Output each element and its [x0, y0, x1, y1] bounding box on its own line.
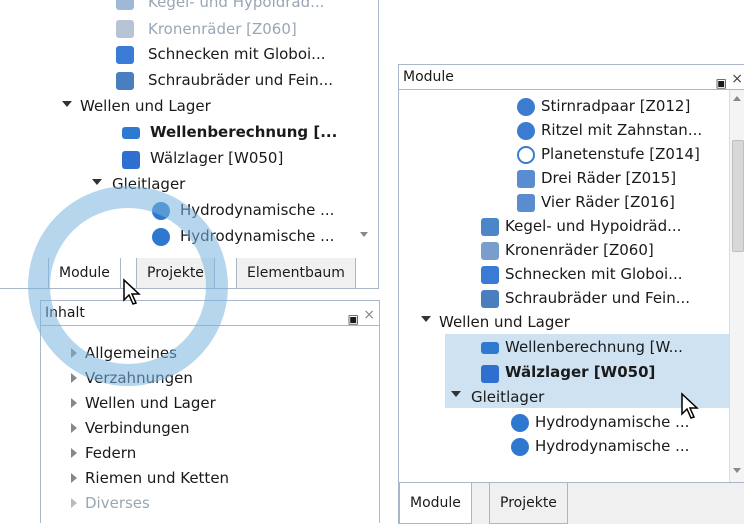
close-icon[interactable]: × — [731, 67, 743, 91]
collapse-arrow-icon[interactable] — [71, 423, 77, 433]
worm-gear-icon — [481, 266, 499, 284]
tree-item-kegel[interactable]: Kegel- und Hypoidräd... — [148, 0, 324, 14]
tree-item-hydro-1[interactable]: Hydrodynamische ... — [180, 198, 334, 222]
close-icon[interactable]: × — [363, 303, 375, 327]
tree-item-wellenberechnung[interactable]: Wellenberechnung [W... — [505, 335, 683, 359]
tree-item-schnecken[interactable]: Schnecken mit Globoi... — [148, 42, 325, 66]
pin-icon[interactable]: ▣ — [348, 307, 359, 331]
expand-arrow-icon[interactable] — [421, 316, 431, 322]
bevel-gear-icon — [481, 218, 499, 236]
tree-item-schraubraeder[interactable]: Schraubräder und Fein... — [505, 286, 690, 310]
helical-gear-icon — [116, 72, 134, 90]
tree-item-schraubraeder[interactable]: Schraubräder und Fein... — [148, 68, 333, 92]
tree-area: Stirnradpaar [Z012] Ritzel mit Zahnstan.… — [399, 90, 729, 482]
collapse-arrow-icon[interactable] — [71, 373, 77, 383]
inhalt-panel: Inhalt ▣ × Allgemeines Verzahnungen Well… — [40, 300, 380, 523]
tree-item-hydro-2[interactable]: Hydrodynamische ... — [180, 224, 334, 248]
inhalt-title: Inhalt — [45, 305, 85, 321]
bearing-icon — [122, 151, 140, 169]
helical-gear-icon — [481, 290, 499, 308]
tree-item-kronenraeder[interactable]: Kronenräder [Z060] — [505, 238, 654, 262]
scroll-down-arrow-icon[interactable] — [360, 232, 368, 237]
tree-item-vier-raeder[interactable]: Vier Räder [Z016] — [541, 190, 675, 214]
tree-item-gleitlager[interactable]: Gleitlager — [112, 172, 185, 196]
right-panel-title: Module — [403, 69, 454, 85]
worm-gear-icon — [116, 46, 134, 64]
tree-item-kegel[interactable]: Kegel- und Hypoidräd... — [505, 214, 681, 238]
scroll-down-arrow-icon[interactable] — [733, 468, 741, 473]
collapse-arrow-icon[interactable] — [71, 348, 77, 358]
tree-item-stirnradpaar[interactable]: Stirnradpaar [Z012] — [541, 94, 690, 118]
tree-item-waelzlager[interactable]: Wälzlager [W050] — [505, 360, 655, 384]
shaft-icon — [122, 127, 140, 139]
right-panel-header: Module ▣ × — [399, 65, 744, 90]
spur-gear-pair-icon — [517, 98, 535, 116]
crown-gear-icon — [116, 20, 134, 38]
right-module-panel: Module ▣ × Stirnradpaar [Z012] Ritzel mi… — [398, 64, 744, 524]
inhalt-header: Inhalt ▣ × — [41, 301, 379, 326]
tree-item-wellen[interactable]: Wellen und Lager — [80, 94, 211, 118]
tree-item-drei-raeder[interactable]: Drei Räder [Z015] — [541, 166, 676, 190]
left-module-panel: Kegel- und Hypoidräd... Kronenräder [Z06… — [0, 0, 379, 289]
planetary-stage-icon — [517, 146, 535, 164]
inhalt-item-wellen[interactable]: Wellen und Lager — [85, 391, 216, 415]
expand-arrow-icon[interactable] — [451, 391, 461, 397]
inhalt-item-diverses[interactable]: Diverses — [85, 491, 150, 515]
crown-gear-icon — [481, 242, 499, 260]
bearing-icon — [481, 365, 499, 383]
tree-item-waelzlager[interactable]: Wälzlager [W050] — [150, 146, 283, 170]
tab-module[interactable]: Module — [399, 483, 472, 524]
hydrodynamic-bearing-icon — [511, 438, 529, 456]
mouse-cursor-icon — [681, 392, 699, 419]
inhalt-item-allgemeines[interactable]: Allgemeines — [85, 341, 177, 365]
shaft-icon — [481, 342, 499, 354]
tree-item-kronenraeder[interactable]: Kronenräder [Z060] — [148, 17, 297, 41]
rack-pinion-icon — [517, 122, 535, 140]
expand-arrow-icon[interactable] — [92, 179, 102, 185]
collapse-arrow-icon[interactable] — [71, 473, 77, 483]
tab-elementbaum[interactable]: Elementbaum — [236, 258, 356, 289]
inhalt-item-riemen[interactable]: Riemen und Ketten — [85, 466, 229, 490]
hydrodynamic-bearing-icon — [511, 414, 529, 432]
tree-item-schnecken[interactable]: Schnecken mit Globoi... — [505, 262, 682, 286]
tab-projekte[interactable]: Projekte — [489, 483, 568, 524]
tree-item-wellen[interactable]: Wellen und Lager — [439, 310, 570, 334]
tree-item-gleitlager[interactable]: Gleitlager — [471, 385, 544, 409]
four-gears-icon — [517, 194, 535, 212]
hydrodynamic-bearing-icon — [152, 228, 170, 246]
tree-item-planetenstufe[interactable]: Planetenstufe [Z014] — [541, 142, 700, 166]
inhalt-item-verbindungen[interactable]: Verbindungen — [85, 416, 189, 440]
three-gears-icon — [517, 170, 535, 188]
mouse-cursor-icon — [123, 278, 141, 305]
tree-item-hydro-1[interactable]: Hydrodynamische ... — [535, 410, 689, 434]
vertical-scrollbar[interactable] — [729, 90, 744, 482]
hydrodynamic-bearing-icon — [152, 202, 170, 220]
tree-item-ritzel[interactable]: Ritzel mit Zahnstan... — [541, 118, 702, 142]
scroll-up-arrow-icon[interactable] — [733, 96, 741, 101]
bevel-gear-icon — [116, 0, 134, 10]
inhalt-item-federn[interactable]: Federn — [85, 441, 136, 465]
expand-arrow-icon[interactable] — [62, 101, 72, 107]
scroll-thumb[interactable] — [732, 140, 744, 252]
inhalt-item-verzahnungen[interactable]: Verzahnungen — [85, 366, 193, 390]
tree-item-wellenberechnung[interactable]: Wellenberechnung [... — [150, 120, 337, 144]
collapse-arrow-icon[interactable] — [71, 498, 77, 508]
collapse-arrow-icon[interactable] — [71, 398, 77, 408]
tab-projekte[interactable]: Projekte — [136, 258, 215, 289]
right-tab-bar: Module Projekte — [399, 482, 744, 524]
tab-module[interactable]: Module — [48, 258, 121, 289]
collapse-arrow-icon[interactable] — [71, 448, 77, 458]
tree-item-hydro-2[interactable]: Hydrodynamische ... — [535, 434, 689, 458]
